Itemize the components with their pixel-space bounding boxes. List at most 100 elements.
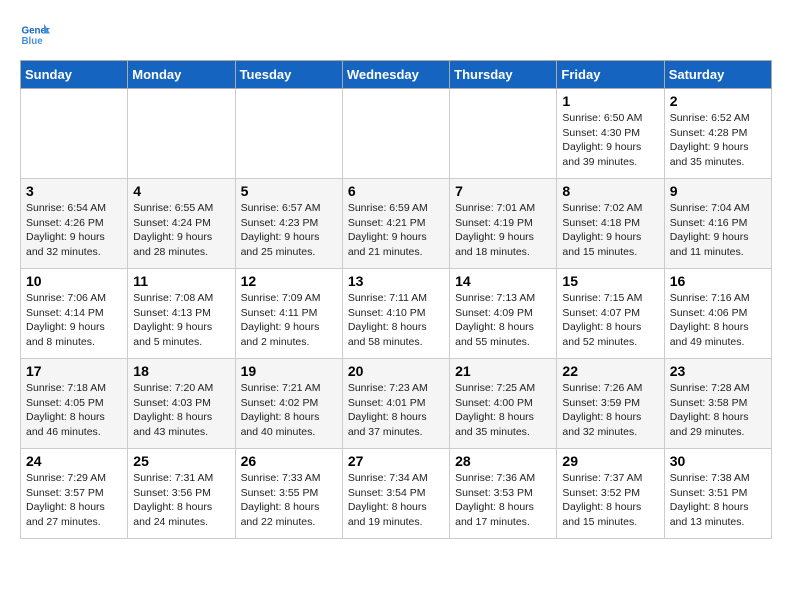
calendar-cell	[235, 89, 342, 179]
day-number: 3	[26, 183, 122, 199]
day-number: 4	[133, 183, 229, 199]
day-info: Sunrise: 7:34 AM Sunset: 3:54 PM Dayligh…	[348, 471, 444, 530]
calendar-cell: 2 Sunrise: 6:52 AM Sunset: 4:28 PM Daylig…	[664, 89, 771, 179]
day-info: Sunrise: 7:09 AM Sunset: 4:11 PM Dayligh…	[241, 291, 337, 350]
calendar-cell: 27 Sunrise: 7:34 AM Sunset: 3:54 PM Dayli…	[342, 449, 449, 539]
day-number: 2	[670, 93, 766, 109]
day-info: Sunrise: 7:15 AM Sunset: 4:07 PM Dayligh…	[562, 291, 658, 350]
day-info: Sunrise: 7:16 AM Sunset: 4:06 PM Dayligh…	[670, 291, 766, 350]
day-number: 11	[133, 273, 229, 289]
day-number: 30	[670, 453, 766, 469]
calendar-cell: 6 Sunrise: 6:59 AM Sunset: 4:21 PM Daylig…	[342, 179, 449, 269]
calendar-cell: 19Sunrise: 7:21 AM Sunset: 4:02 PM Dayli…	[235, 359, 342, 449]
calendar-cell: 18 Sunrise: 7:20 AM Sunset: 4:03 PM Dayli…	[128, 359, 235, 449]
calendar-cell: 24 Sunrise: 7:29 AM Sunset: 3:57 PM Dayli…	[21, 449, 128, 539]
day-number: 1	[562, 93, 658, 109]
logo-icon: General Blue	[20, 20, 50, 50]
calendar-cell	[450, 89, 557, 179]
calendar-cell: 23 Sunrise: 7:28 AM Sunset: 3:58 PM Dayli…	[664, 359, 771, 449]
calendar-cell: 26Sunrise: 7:33 AM Sunset: 3:55 PM Dayli…	[235, 449, 342, 539]
day-info: Sunrise: 6:57 AM Sunset: 4:23 PM Dayligh…	[241, 201, 337, 260]
day-info: Sunrise: 6:59 AM Sunset: 4:21 PM Dayligh…	[348, 201, 444, 260]
day-info: Sunrise: 7:04 AM Sunset: 4:16 PM Dayligh…	[670, 201, 766, 260]
calendar-cell: 12 Sunrise: 7:09 AM Sunset: 4:11 PM Dayli…	[235, 269, 342, 359]
day-number: 8	[562, 183, 658, 199]
calendar-cell	[128, 89, 235, 179]
weekday-header-wednesday: Wednesday	[342, 61, 449, 89]
calendar-cell: 14 Sunrise: 7:13 AM Sunset: 4:09 PM Dayli…	[450, 269, 557, 359]
day-info: Sunrise: 7:29 AM Sunset: 3:57 PM Dayligh…	[26, 471, 122, 530]
day-info: Sunrise: 7:26 AM Sunset: 3:59 PM Dayligh…	[562, 381, 658, 440]
calendar-cell: 16 Sunrise: 7:16 AM Sunset: 4:06 PM Dayli…	[664, 269, 771, 359]
day-number: 24	[26, 453, 122, 469]
day-number: 13	[348, 273, 444, 289]
calendar-cell: 5 Sunrise: 6:57 AM Sunset: 4:23 PM Daylig…	[235, 179, 342, 269]
weekday-header-tuesday: Tuesday	[235, 61, 342, 89]
day-info: Sunrise: 7:25 AM Sunset: 4:00 PM Dayligh…	[455, 381, 551, 440]
day-info: Sunrise: 7:06 AM Sunset: 4:14 PM Dayligh…	[26, 291, 122, 350]
logo: General Blue	[20, 20, 50, 50]
calendar-cell: 3 Sunrise: 6:54 AM Sunset: 4:26 PM Daylig…	[21, 179, 128, 269]
day-number: 14	[455, 273, 551, 289]
day-number: 9	[670, 183, 766, 199]
weekday-header-saturday: Saturday	[664, 61, 771, 89]
day-number: 29	[562, 453, 658, 469]
day-number: 18	[133, 363, 229, 379]
day-number: 23	[670, 363, 766, 379]
calendar-cell: 17 Sunrise: 7:18 AM Sunset: 4:05 PM Dayli…	[21, 359, 128, 449]
day-info: Sunrise: 7:02 AM Sunset: 4:18 PM Dayligh…	[562, 201, 658, 260]
day-number: 27	[348, 453, 444, 469]
day-info: Sunrise: 7:31 AM Sunset: 3:56 PM Dayligh…	[133, 471, 229, 530]
day-number: 16	[670, 273, 766, 289]
day-number: 17	[26, 363, 122, 379]
day-info: Sunrise: 7:13 AM Sunset: 4:09 PM Dayligh…	[455, 291, 551, 350]
day-number: 10	[26, 273, 122, 289]
calendar-cell: 4 Sunrise: 6:55 AM Sunset: 4:24 PM Daylig…	[128, 179, 235, 269]
page-header: General Blue	[20, 20, 772, 50]
day-number: 20	[348, 363, 444, 379]
day-info: Sunrise: 6:50 AM Sunset: 4:30 PM Dayligh…	[562, 111, 658, 170]
day-number: 12	[241, 273, 337, 289]
calendar-cell: 7 Sunrise: 7:01 AM Sunset: 4:19 PM Daylig…	[450, 179, 557, 269]
day-info: Sunrise: 6:52 AM Sunset: 4:28 PM Dayligh…	[670, 111, 766, 170]
calendar-table: SundayMondayTuesdayWednesdayThursdayFrid…	[20, 60, 772, 539]
calendar-cell: 21 Sunrise: 7:25 AM Sunset: 4:00 PM Dayli…	[450, 359, 557, 449]
weekday-header-monday: Monday	[128, 61, 235, 89]
day-info: Sunrise: 7:21 AM Sunset: 4:02 PM Dayligh…	[241, 381, 337, 440]
day-number: 15	[562, 273, 658, 289]
day-info: Sunrise: 7:28 AM Sunset: 3:58 PM Dayligh…	[670, 381, 766, 440]
calendar-cell: 8 Sunrise: 7:02 AM Sunset: 4:18 PM Daylig…	[557, 179, 664, 269]
weekday-header-sunday: Sunday	[21, 61, 128, 89]
calendar-cell: 15 Sunrise: 7:15 AM Sunset: 4:07 PM Dayli…	[557, 269, 664, 359]
day-info: Sunrise: 7:18 AM Sunset: 4:05 PM Dayligh…	[26, 381, 122, 440]
day-info: Sunrise: 7:20 AM Sunset: 4:03 PM Dayligh…	[133, 381, 229, 440]
day-info: Sunrise: 7:08 AM Sunset: 4:13 PM Dayligh…	[133, 291, 229, 350]
day-info: Sunrise: 7:01 AM Sunset: 4:19 PM Dayligh…	[455, 201, 551, 260]
day-info: Sunrise: 7:37 AM Sunset: 3:52 PM Dayligh…	[562, 471, 658, 530]
day-info: Sunrise: 7:38 AM Sunset: 3:51 PM Dayligh…	[670, 471, 766, 530]
day-number: 5	[241, 183, 337, 199]
day-info: Sunrise: 7:36 AM Sunset: 3:53 PM Dayligh…	[455, 471, 551, 530]
weekday-header-friday: Friday	[557, 61, 664, 89]
day-number: 22	[562, 363, 658, 379]
day-number: 26	[241, 453, 337, 469]
calendar-cell: 20Sunrise: 7:23 AM Sunset: 4:01 PM Dayli…	[342, 359, 449, 449]
day-number: 7	[455, 183, 551, 199]
weekday-header-thursday: Thursday	[450, 61, 557, 89]
calendar-cell: 11 Sunrise: 7:08 AM Sunset: 4:13 PM Dayli…	[128, 269, 235, 359]
day-info: Sunrise: 7:11 AM Sunset: 4:10 PM Dayligh…	[348, 291, 444, 350]
day-number: 25	[133, 453, 229, 469]
calendar-cell: 9 Sunrise: 7:04 AM Sunset: 4:16 PM Daylig…	[664, 179, 771, 269]
calendar-cell	[342, 89, 449, 179]
day-info: Sunrise: 6:54 AM Sunset: 4:26 PM Dayligh…	[26, 201, 122, 260]
calendar-cell: 22 Sunrise: 7:26 AM Sunset: 3:59 PM Dayli…	[557, 359, 664, 449]
day-info: Sunrise: 6:55 AM Sunset: 4:24 PM Dayligh…	[133, 201, 229, 260]
calendar-cell: 10 Sunrise: 7:06 AM Sunset: 4:14 PM Dayli…	[21, 269, 128, 359]
day-number: 28	[455, 453, 551, 469]
calendar-cell: 25 Sunrise: 7:31 AM Sunset: 3:56 PM Dayli…	[128, 449, 235, 539]
calendar-cell: 29 Sunrise: 7:37 AM Sunset: 3:52 PM Dayli…	[557, 449, 664, 539]
calendar-cell: 30 Sunrise: 7:38 AM Sunset: 3:51 PM Dayli…	[664, 449, 771, 539]
calendar-cell	[21, 89, 128, 179]
day-number: 6	[348, 183, 444, 199]
day-number: 21	[455, 363, 551, 379]
